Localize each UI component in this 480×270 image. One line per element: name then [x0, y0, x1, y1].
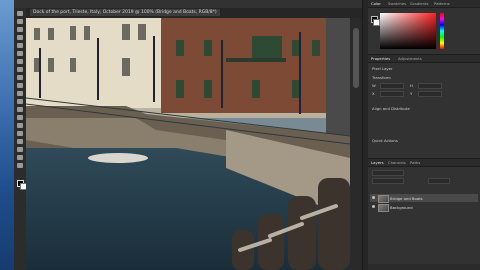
- transform-section[interactable]: Transform: [372, 75, 391, 80]
- eraser-tool-icon[interactable]: [17, 91, 23, 96]
- align-distribute-section[interactable]: Align and Distribute: [372, 106, 410, 111]
- tab-properties[interactable]: Properties: [371, 56, 390, 61]
- blur-tool-icon[interactable]: [17, 107, 23, 112]
- brush-tool-icon[interactable]: [17, 67, 23, 72]
- healing-brush-tool-icon[interactable]: [17, 59, 23, 64]
- pixel-layer-label: Pixel Layer: [372, 66, 393, 71]
- layer-filter-select[interactable]: [372, 170, 404, 176]
- y-label: Y: [410, 91, 413, 96]
- tab-color[interactable]: Color: [371, 1, 381, 6]
- width-label: W: [372, 83, 376, 88]
- tab-paths[interactable]: Paths: [410, 160, 420, 165]
- tab-swatches[interactable]: Swatches: [388, 1, 406, 6]
- eyedropper-tool-icon[interactable]: [17, 51, 23, 56]
- visibility-eye-icon[interactable]: [372, 196, 375, 199]
- layer-row[interactable]: Background: [370, 203, 478, 212]
- move-tool-icon[interactable]: [17, 11, 23, 16]
- rectangle-tool-icon[interactable]: [17, 147, 23, 152]
- dodge-tool-icon[interactable]: [17, 115, 23, 120]
- x-label: X: [372, 91, 375, 96]
- y-field[interactable]: [418, 91, 442, 97]
- opacity-field[interactable]: [428, 178, 450, 184]
- image-canvas[interactable]: [26, 18, 350, 270]
- clone-stamp-tool-icon[interactable]: [17, 75, 23, 80]
- desktop-background: [0, 0, 14, 270]
- photo: [26, 18, 350, 270]
- pen-tool-icon[interactable]: [17, 123, 23, 128]
- width-field[interactable]: [380, 83, 404, 89]
- hand-tool-icon[interactable]: [17, 155, 23, 160]
- marquee-tool-icon[interactable]: [17, 19, 23, 24]
- tab-layers[interactable]: Layers: [371, 160, 384, 165]
- layer-name: Bridge and Boats: [390, 196, 423, 201]
- zoom-tool-icon[interactable]: [17, 163, 23, 168]
- height-label: H: [410, 83, 413, 88]
- layer-thumbnail: [378, 204, 389, 212]
- quick-actions-section[interactable]: Quick Actions: [372, 138, 398, 143]
- crop-tool-icon[interactable]: [17, 43, 23, 48]
- height-field[interactable]: [418, 83, 442, 89]
- layer-row[interactable]: Bridge and Boats: [370, 194, 478, 203]
- layer-thumbnail: [378, 195, 389, 203]
- tab-patterns[interactable]: Patterns: [434, 1, 450, 6]
- layers-panel-footer: [368, 264, 480, 270]
- tab-gradients[interactable]: Gradients: [410, 1, 429, 6]
- properties-panel-tabs: Properties Adjustments: [368, 55, 480, 63]
- color-picker-field[interactable]: [380, 13, 436, 49]
- right-panel-dock: Color Swatches Gradients Patterns Proper…: [368, 0, 480, 270]
- history-brush-tool-icon[interactable]: [17, 83, 23, 88]
- layer-name: Background: [390, 205, 413, 210]
- scrollbar-thumb[interactable]: [353, 28, 359, 88]
- quick-select-tool-icon[interactable]: [17, 35, 23, 40]
- tab-adjustments[interactable]: Adjustments: [398, 56, 422, 61]
- path-select-tool-icon[interactable]: [17, 139, 23, 144]
- layers-panel-tabs: Layers Channels Paths: [368, 159, 480, 167]
- gradient-tool-icon[interactable]: [17, 99, 23, 104]
- blend-mode-select[interactable]: [372, 178, 404, 184]
- x-field[interactable]: [380, 91, 404, 97]
- visibility-eye-icon[interactable]: [372, 205, 375, 208]
- hue-slider[interactable]: [440, 13, 444, 49]
- type-tool-icon[interactable]: [17, 131, 23, 136]
- canvas-vertical-scrollbar[interactable]: [350, 18, 362, 270]
- tab-channels[interactable]: Channels: [388, 160, 406, 165]
- panel-background-swatch[interactable]: [373, 19, 380, 26]
- lasso-tool-icon[interactable]: [17, 27, 23, 32]
- color-panel-tabs: Color Swatches Gradients Patterns: [368, 0, 480, 8]
- document-tab[interactable]: Dock of the port, Trieste, Italy, Octobe…: [30, 9, 220, 16]
